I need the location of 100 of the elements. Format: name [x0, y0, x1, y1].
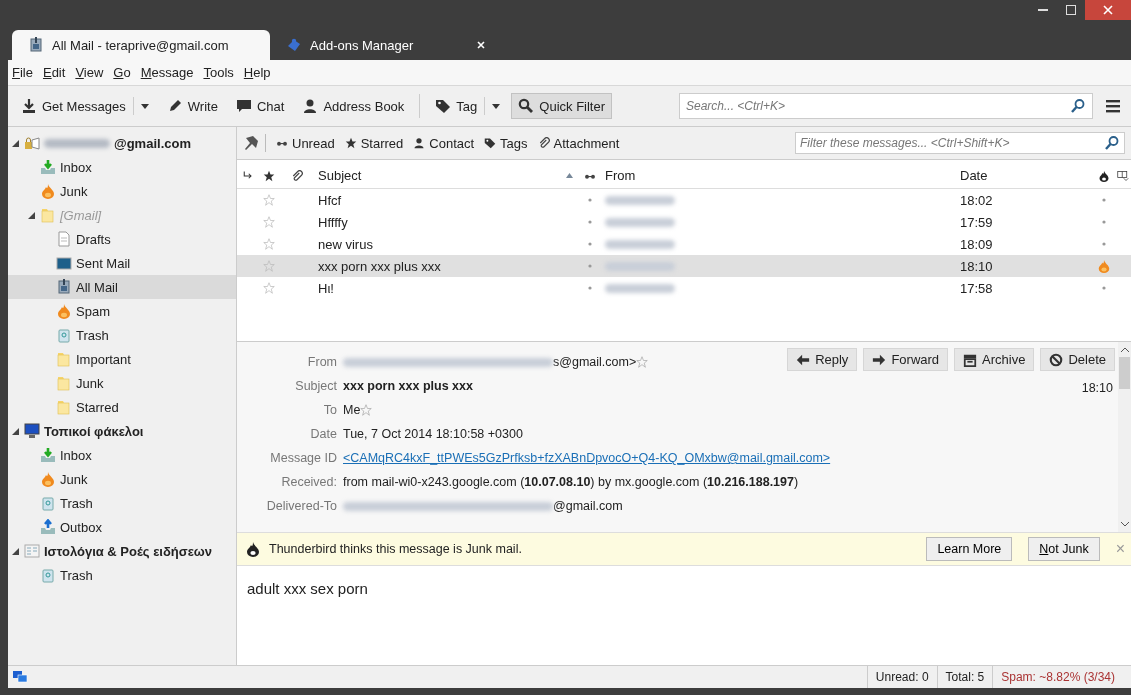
field-label: To: [322, 403, 338, 417]
message-row[interactable]: Hι! 17:58: [237, 277, 1131, 299]
menu-item[interactable]: Tools: [203, 65, 234, 80]
expanded-arrow-icon[interactable]: [28, 211, 35, 219]
star-icon[interactable]: [263, 194, 275, 206]
message-action-button[interactable]: Reply: [787, 348, 858, 371]
menu-item[interactable]: Edit: [42, 65, 66, 80]
message-action-button[interactable]: Archive: [954, 348, 1035, 371]
column-header[interactable]: Subject: [314, 163, 579, 188]
mail-account-icon: [24, 135, 40, 151]
mailbox-icon: [28, 37, 44, 53]
filter-field[interactable]: Filter these messages... <Ctrl+Shift+K>: [795, 132, 1125, 154]
notice-button[interactable]: Not Junk: [1028, 537, 1100, 561]
tag-icon: [484, 137, 497, 149]
toolbar-button[interactable]: Chat: [228, 93, 292, 119]
scrollbar[interactable]: [1118, 342, 1131, 532]
message-row[interactable]: Hfcf 18:02: [237, 189, 1131, 211]
star-icon[interactable]: [360, 404, 373, 416]
menu-item[interactable]: File: [12, 65, 33, 80]
folder-item[interactable]: Drafts: [8, 227, 236, 251]
document-icon: [56, 231, 72, 247]
tab[interactable]: Add-ons Manager: [270, 30, 500, 60]
message-action-button[interactable]: Delete: [1040, 348, 1115, 371]
folder-item[interactable]: Junk: [8, 371, 236, 395]
network-icon[interactable]: [12, 669, 28, 685]
column-header[interactable]: From: [601, 163, 956, 188]
menu-item[interactable]: Message: [140, 65, 194, 80]
read-dot-icon[interactable]: [588, 286, 592, 290]
folder-item[interactable]: Inbox: [8, 443, 236, 467]
star-icon[interactable]: [636, 356, 649, 368]
table-cell-text: Hfcf: [317, 191, 343, 210]
tab[interactable]: All Mail - teraprive@gmail.com: [12, 30, 270, 60]
star-icon[interactable]: [263, 282, 275, 294]
download-icon: [21, 98, 37, 114]
folder-item[interactable]: Junk: [8, 467, 236, 491]
tab-close-icon[interactable]: [477, 41, 486, 49]
folder-item[interactable]: Important: [8, 347, 236, 371]
folder-item[interactable]: Τοπικοί φάκελοι: [8, 419, 236, 443]
trash-icon: [40, 567, 56, 583]
folder-item[interactable]: @gmail.com: [8, 131, 236, 155]
star-icon[interactable]: [263, 238, 275, 250]
expanded-arrow-icon[interactable]: [12, 547, 19, 555]
dot-icon[interactable]: [1102, 198, 1106, 202]
toolbar-button[interactable]: Write: [159, 93, 225, 119]
folder-item[interactable]: Spam: [8, 299, 236, 323]
column-header[interactable]: Date: [956, 163, 1093, 188]
toolbar-button[interactable]: Tag: [428, 92, 508, 120]
folder-item[interactable]: Trash: [8, 491, 236, 515]
folder-item[interactable]: Sent Mail: [8, 251, 236, 275]
toolbar-button[interactable]: Get Messages: [14, 92, 156, 120]
menu-item[interactable]: Help: [243, 65, 271, 80]
expanded-arrow-icon[interactable]: [12, 139, 19, 147]
star-icon[interactable]: [263, 260, 275, 272]
folder-item[interactable]: Outbox: [8, 515, 236, 539]
folder-icon: [56, 399, 72, 415]
read-dot-icon[interactable]: [588, 242, 592, 246]
scroll-thumb[interactable]: [1119, 357, 1130, 389]
folder-item[interactable]: All Mail: [8, 275, 236, 299]
folder-item[interactable]: Junk: [8, 179, 236, 203]
field-value: Me: [343, 403, 361, 417]
flame-icon: [1098, 169, 1110, 182]
dot-icon[interactable]: [1102, 242, 1106, 246]
filter-button[interactable]: Tags: [484, 135, 528, 151]
field-label: Received:: [280, 475, 338, 489]
read-dot-icon[interactable]: [588, 220, 592, 224]
column-picker-icon[interactable]: [1117, 169, 1129, 182]
folder-item[interactable]: Inbox: [8, 155, 236, 179]
toolbar-button[interactable]: Quick Filter: [511, 93, 613, 119]
message-row[interactable]: new virus 18:09: [237, 233, 1131, 255]
dot-icon[interactable]: [1102, 286, 1106, 290]
filter-button[interactable]: Starred: [344, 135, 404, 151]
archive-box-icon: [963, 352, 978, 367]
star-icon[interactable]: [263, 216, 275, 228]
field-value: Tue, 7 Oct 2014 18:10:58 +0300: [343, 427, 523, 441]
notice-button[interactable]: Learn More: [926, 537, 1013, 561]
folder-item[interactable]: Ιστολόγια & Ροές ειδήσεων: [8, 539, 236, 563]
message-action-button[interactable]: Forward: [863, 348, 949, 371]
read-dot-icon[interactable]: [588, 264, 592, 268]
menu-icon[interactable]: [1105, 98, 1121, 114]
chat-icon: [235, 98, 252, 114]
folder-item[interactable]: Trash: [8, 323, 236, 347]
menu-item[interactable]: View: [75, 65, 104, 80]
folder-item[interactable]: Trash: [8, 563, 236, 587]
flame-icon[interactable]: [1097, 259, 1111, 273]
read-dot-icon[interactable]: [588, 198, 592, 202]
toolbar-button[interactable]: Address Book: [295, 93, 412, 119]
message-body: adult xxx sex porn: [247, 580, 369, 597]
pin-icon[interactable]: [243, 135, 259, 151]
message-row[interactable]: Hffffy 17:59: [237, 211, 1131, 233]
expanded-arrow-icon[interactable]: [12, 427, 19, 435]
folder-item[interactable]: Starred: [8, 395, 236, 419]
filter-button[interactable]: Contact: [413, 135, 475, 151]
message-row[interactable]: xxx porn xxx plus xxx 18:10: [237, 255, 1131, 277]
message-id-link[interactable]: <CAMqRC4kxF_ttPWEs5GzPrfksb+fzXABnDpvocO+Q4-KQ_OMxbw@mail.gmail.com>: [343, 451, 831, 465]
delete-icon: [1049, 352, 1064, 367]
menu-item[interactable]: Go: [113, 65, 131, 80]
dot-icon[interactable]: [1102, 220, 1106, 224]
filter-button[interactable]: Unread: [276, 135, 335, 151]
search-field[interactable]: Search... <Ctrl+K>: [679, 93, 1093, 119]
filter-button[interactable]: Attachment: [537, 135, 620, 151]
